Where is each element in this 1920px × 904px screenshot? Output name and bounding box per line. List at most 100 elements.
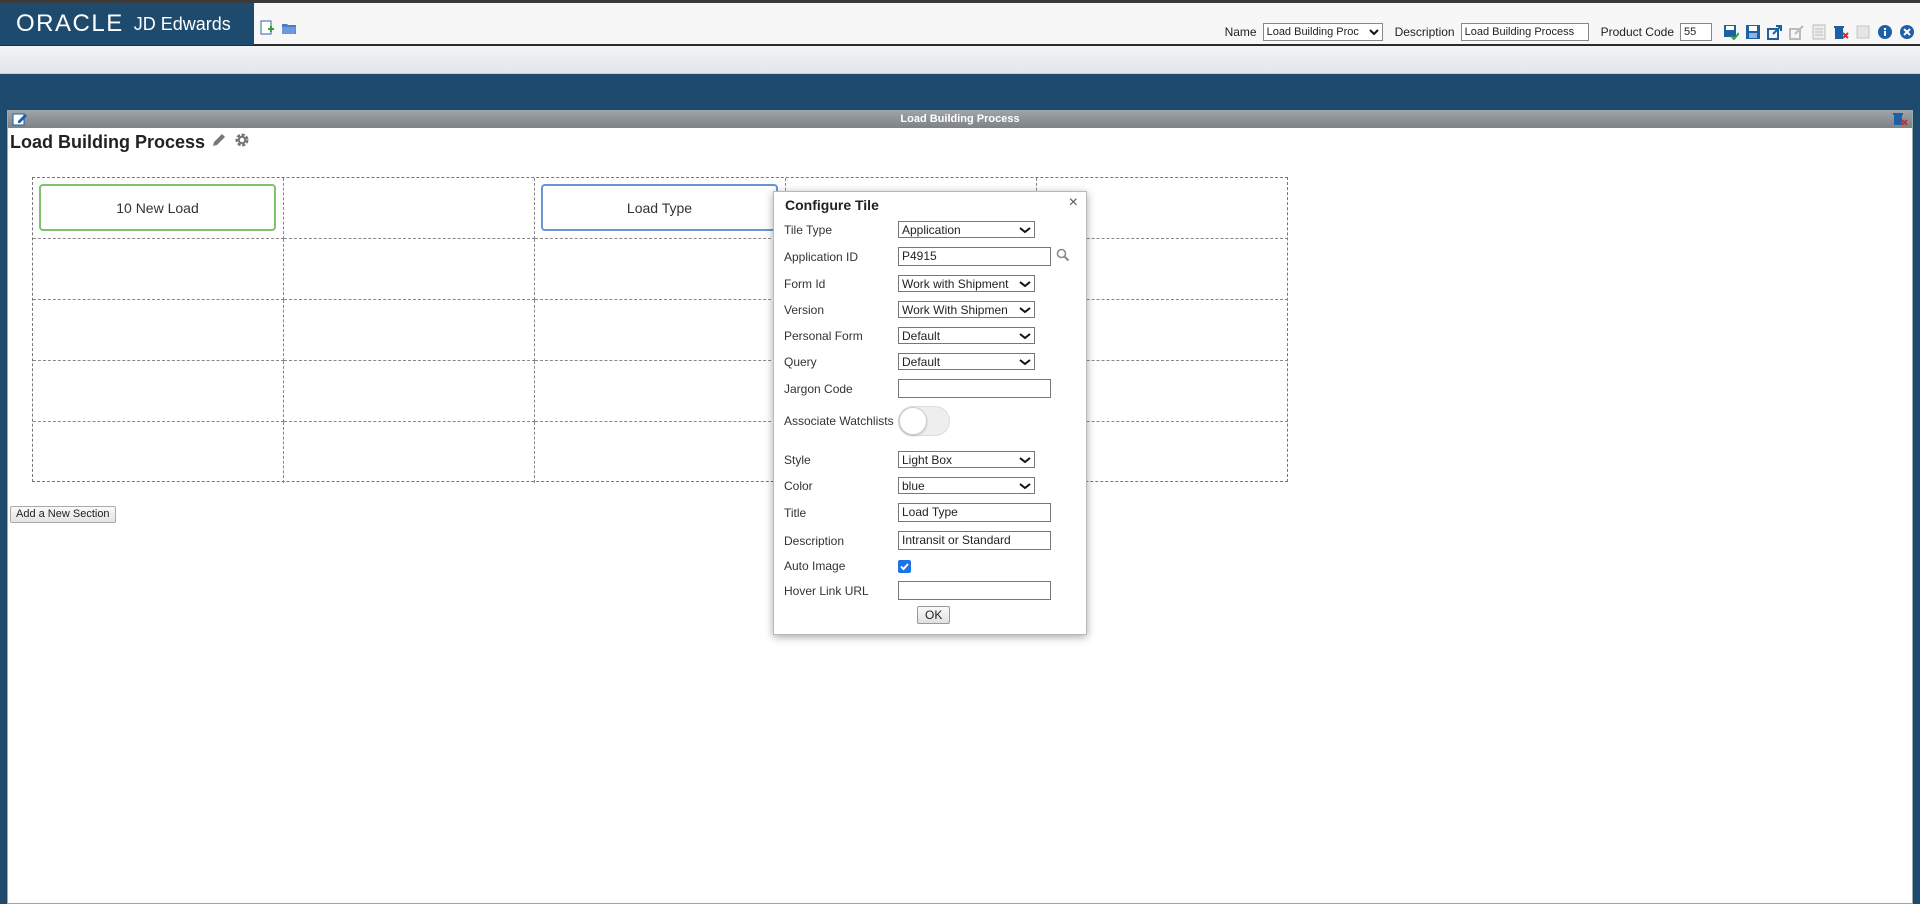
add-page-icon[interactable] [258,19,276,37]
grid-cell[interactable] [284,300,535,361]
chevron-down-icon [1019,332,1031,339]
request-publish-icon[interactable] [1788,23,1806,41]
sub-toolbar [0,46,1920,74]
brand-oracle: ORACLE [16,10,124,37]
auto-image-label: Auto Image [784,559,846,573]
tile-label: Load Type [626,199,693,216]
add-section-button[interactable]: Add a New Section [10,506,116,523]
row-color: Color blue [784,477,1079,494]
page-title-text: Load Building Process [10,132,206,152]
tile-load-type[interactable]: Load Type [541,184,778,231]
style-label: Style [784,452,811,467]
product-code-label: Product Code [1600,25,1674,39]
row-application-id: Application ID P4915 [784,247,1079,266]
checkmark-icon [900,562,909,570]
dialog-close-button[interactable]: × [1069,194,1078,212]
row-hover-link-url: Hover Link URL [784,581,1079,600]
color-select[interactable]: blue [898,477,1035,494]
grid-cell[interactable] [33,361,284,422]
color-label: Color [784,478,813,493]
row-jargon-code: Jargon Code [784,379,1079,398]
note-icon[interactable] [1810,23,1828,41]
row-associate-watchlists: Associate Watchlists [784,406,1079,436]
name-select[interactable]: Load Building Proc [1262,23,1383,41]
header-left-icons [258,19,298,37]
panel-title-bar: Load Building Process [8,111,1912,128]
grid-cell[interactable] [33,300,284,361]
row-query: Query Default [784,353,1079,370]
version-select[interactable]: Work With Shipmen [898,301,1035,318]
row-style: Style Light Box [784,451,1079,468]
description-label: Description [784,533,845,548]
application-id-input[interactable]: P4915 [898,247,1051,266]
jargon-code-label: Jargon Code [784,381,853,396]
associate-watchlists-toggle[interactable] [898,406,950,436]
grid-cell[interactable] [535,300,786,361]
grid-cell[interactable] [535,361,786,422]
chevron-down-icon [1019,280,1031,287]
row-title: Title Load Type [784,503,1079,522]
grid-cell[interactable] [284,178,535,239]
chevron-down-icon [1368,29,1379,36]
description-input[interactable]: Load Building Process [1460,23,1589,41]
grid-cell[interactable] [33,239,284,300]
brand-product: JD Edwards [133,13,231,34]
chevron-down-icon [1019,226,1031,233]
grid-cell[interactable] [284,361,535,422]
grid-cell[interactable]: Load Type [535,178,786,239]
gear-icon[interactable] [233,131,251,154]
page-title: Load Building Process [10,131,251,154]
grid-cell[interactable] [535,422,786,483]
jargon-code-input[interactable] [898,379,1051,398]
toggle-knob [899,407,927,435]
tile-type-label: Tile Type [784,222,833,237]
associate-watchlists-label: Associate Watchlists [784,414,894,428]
style-select[interactable]: Light Box [898,451,1035,468]
hover-link-url-input[interactable] [898,581,1051,600]
top-header: ORACLE JD Edwards Name Load Building Pro… [0,0,1920,46]
personal-form-label: Personal Form [784,328,863,343]
grid-cell[interactable] [535,239,786,300]
name-label: Name [1224,25,1257,39]
chevron-down-icon [1019,358,1031,365]
grid-cell[interactable] [284,239,535,300]
save-check-icon[interactable] [1722,23,1740,41]
hover-link-url-label: Hover Link URL [784,583,869,598]
search-icon[interactable] [1056,248,1070,265]
row-description: Description Intransit or Standard [784,531,1079,550]
note-disabled-icon[interactable] [1854,23,1872,41]
title-input[interactable]: Load Type [898,503,1051,522]
form-id-select[interactable]: Work with Shipment [898,275,1035,292]
tile-new-load[interactable]: 10 New Load [39,184,276,231]
query-select[interactable]: Default [898,353,1035,370]
row-version: Version Work With Shipmen [784,301,1079,318]
close-icon[interactable] [1898,23,1916,41]
product-code-input[interactable]: 55 [1680,23,1712,41]
row-auto-image: Auto Image [784,559,1079,573]
delete-page-icon[interactable] [1892,112,1908,132]
grid-cell[interactable] [284,422,535,483]
info-icon[interactable] [1876,23,1894,41]
panel-title: Load Building Process [900,113,1020,125]
share-icon[interactable] [1766,23,1784,41]
description-input[interactable]: Intransit or Standard [898,531,1051,550]
tile-type-select[interactable]: Application [898,221,1035,238]
personal-form-select[interactable]: Default [898,327,1035,344]
pencil-icon[interactable] [211,132,227,153]
open-folder-icon[interactable] [280,19,298,37]
version-label: Version [784,302,825,317]
auto-image-checkbox[interactable] [898,559,911,573]
form-id-label: Form Id [784,276,826,291]
tile-label: 10 New Load [116,199,199,216]
delete-icon[interactable] [1832,23,1850,41]
grid-cell[interactable] [33,422,284,483]
grid-cell[interactable]: 10 New Load [33,178,284,239]
configure-tile-dialog: Configure Tile × Tile Type Application A… [773,191,1087,635]
row-form-id: Form Id Work with Shipment [784,275,1079,292]
edit-icon[interactable] [12,112,28,132]
save-icon[interactable] [1744,23,1762,41]
ok-button[interactable]: OK [917,606,951,624]
header-tool-icons [1722,23,1916,41]
header-right-controls: Name Load Building Proc Description Load… [1219,20,1916,44]
chevron-down-icon [1019,306,1031,313]
